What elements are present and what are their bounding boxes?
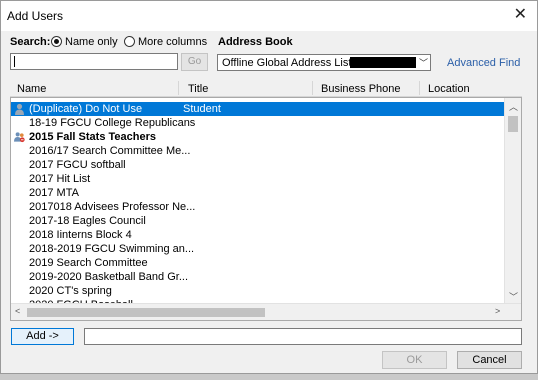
item-name: 18-19 FGCU College Republicans xyxy=(29,117,196,129)
item-name: 2015 Fall Stats Teachers xyxy=(29,131,156,143)
list-item[interactable]: 2017 Hit List xyxy=(11,172,504,186)
close-icon[interactable]: ✕ xyxy=(514,5,527,25)
list-item[interactable]: 2016/17 Search Committee Me... xyxy=(11,144,504,158)
name-only-label: Name only xyxy=(65,36,118,48)
users-list[interactable]: (Duplicate) Do Not Use Student 18-19 FGC… xyxy=(10,97,522,321)
list-item[interactable]: 18-19 FGCU College Republicans xyxy=(11,116,504,130)
item-name: 2016/17 Search Committee Me... xyxy=(29,145,191,157)
address-book-select[interactable]: Offline Global Address List - ﹀ xyxy=(217,54,431,71)
list-item[interactable]: 2017 FGCU softball xyxy=(11,158,504,172)
search-input[interactable] xyxy=(10,53,178,70)
column-title[interactable]: Title xyxy=(188,83,208,95)
scroll-left-icon[interactable]: < xyxy=(15,306,20,316)
address-book-label: Address Book xyxy=(218,36,293,48)
add-users-dialog: Add Users ✕ Search: Name only More colum… xyxy=(0,0,538,374)
column-divider[interactable] xyxy=(419,81,420,95)
item-name: 2017 MTA xyxy=(29,187,79,199)
vertical-scrollbar[interactable]: ︿ ﹀ xyxy=(504,98,521,304)
search-label: Search: xyxy=(10,36,51,48)
go-button[interactable]: Go xyxy=(181,53,208,71)
add-button[interactable]: Add -> xyxy=(11,328,74,345)
list-item[interactable]: (Duplicate) Do Not Use Student xyxy=(11,102,504,116)
scroll-down-icon[interactable]: ﹀ xyxy=(509,290,518,303)
name-only-radio[interactable] xyxy=(51,36,62,47)
item-name: 2017-18 Eagles Council xyxy=(29,215,146,227)
column-location[interactable]: Location xyxy=(428,83,470,95)
column-business-phone[interactable]: Business Phone xyxy=(321,83,401,95)
list-item[interactable]: 2018-2019 FGCU Swimming an... xyxy=(11,242,504,256)
user-icon xyxy=(15,103,24,115)
item-name: 2017018 Advisees Professor Ne... xyxy=(29,201,196,213)
address-book-value: Offline Global Address List - xyxy=(222,57,359,69)
list-item[interactable]: 2019-2020 Basketball Band Gr... xyxy=(11,270,504,284)
item-name: (Duplicate) Do Not Use xyxy=(29,103,143,115)
list-item[interactable]: 2017-18 Eagles Council xyxy=(11,214,504,228)
column-name[interactable]: Name xyxy=(17,83,46,95)
list-item[interactable]: 2019 Search Committee xyxy=(11,256,504,270)
ok-button[interactable]: OK xyxy=(382,351,447,369)
chevron-down-icon: ﹀ xyxy=(418,58,428,68)
title-bar: Add Users ✕ xyxy=(1,1,537,31)
group-icon xyxy=(14,132,25,143)
list-item[interactable]: 2018 Iinterns Block 4 xyxy=(11,228,504,242)
more-columns-label: More columns xyxy=(138,36,208,48)
item-title: Student xyxy=(183,103,221,115)
horizontal-scrollbar[interactable]: < > xyxy=(11,303,521,320)
item-name: 2019-2020 Basketball Band Gr... xyxy=(29,271,188,283)
window-title: Add Users xyxy=(7,9,64,23)
list-item[interactable]: 2020 CT's spring xyxy=(11,284,504,298)
list-item[interactable]: 2015 Fall Stats Teachers xyxy=(11,130,504,144)
column-divider[interactable] xyxy=(178,81,179,95)
horizontal-scroll-thumb[interactable] xyxy=(27,308,265,317)
scroll-up-icon[interactable]: ︿ xyxy=(509,100,518,113)
item-name: 2018 Iinterns Block 4 xyxy=(29,229,132,241)
column-divider[interactable] xyxy=(312,81,313,95)
item-name: 2019 Search Committee xyxy=(29,257,148,269)
vertical-scroll-thumb[interactable] xyxy=(508,116,518,132)
advanced-find-link[interactable]: Advanced Find xyxy=(447,57,520,69)
scroll-right-icon[interactable]: > xyxy=(495,306,500,316)
list-item[interactable]: 2017 MTA xyxy=(11,186,504,200)
list-item[interactable]: 2017018 Advisees Professor Ne... xyxy=(11,200,504,214)
cancel-button[interactable]: Cancel xyxy=(457,351,522,369)
item-name: 2020 CT's spring xyxy=(29,285,112,297)
text-caret xyxy=(14,56,15,67)
list-header: Name Title Business Phone Location xyxy=(10,81,522,97)
item-name: 2018-2019 FGCU Swimming an... xyxy=(29,243,195,255)
item-name: 2017 FGCU softball xyxy=(29,159,126,171)
item-name: 2017 Hit List xyxy=(29,173,91,185)
redacted-block xyxy=(350,57,416,68)
add-recipients-field[interactable] xyxy=(84,328,522,345)
more-columns-radio[interactable] xyxy=(124,36,135,47)
